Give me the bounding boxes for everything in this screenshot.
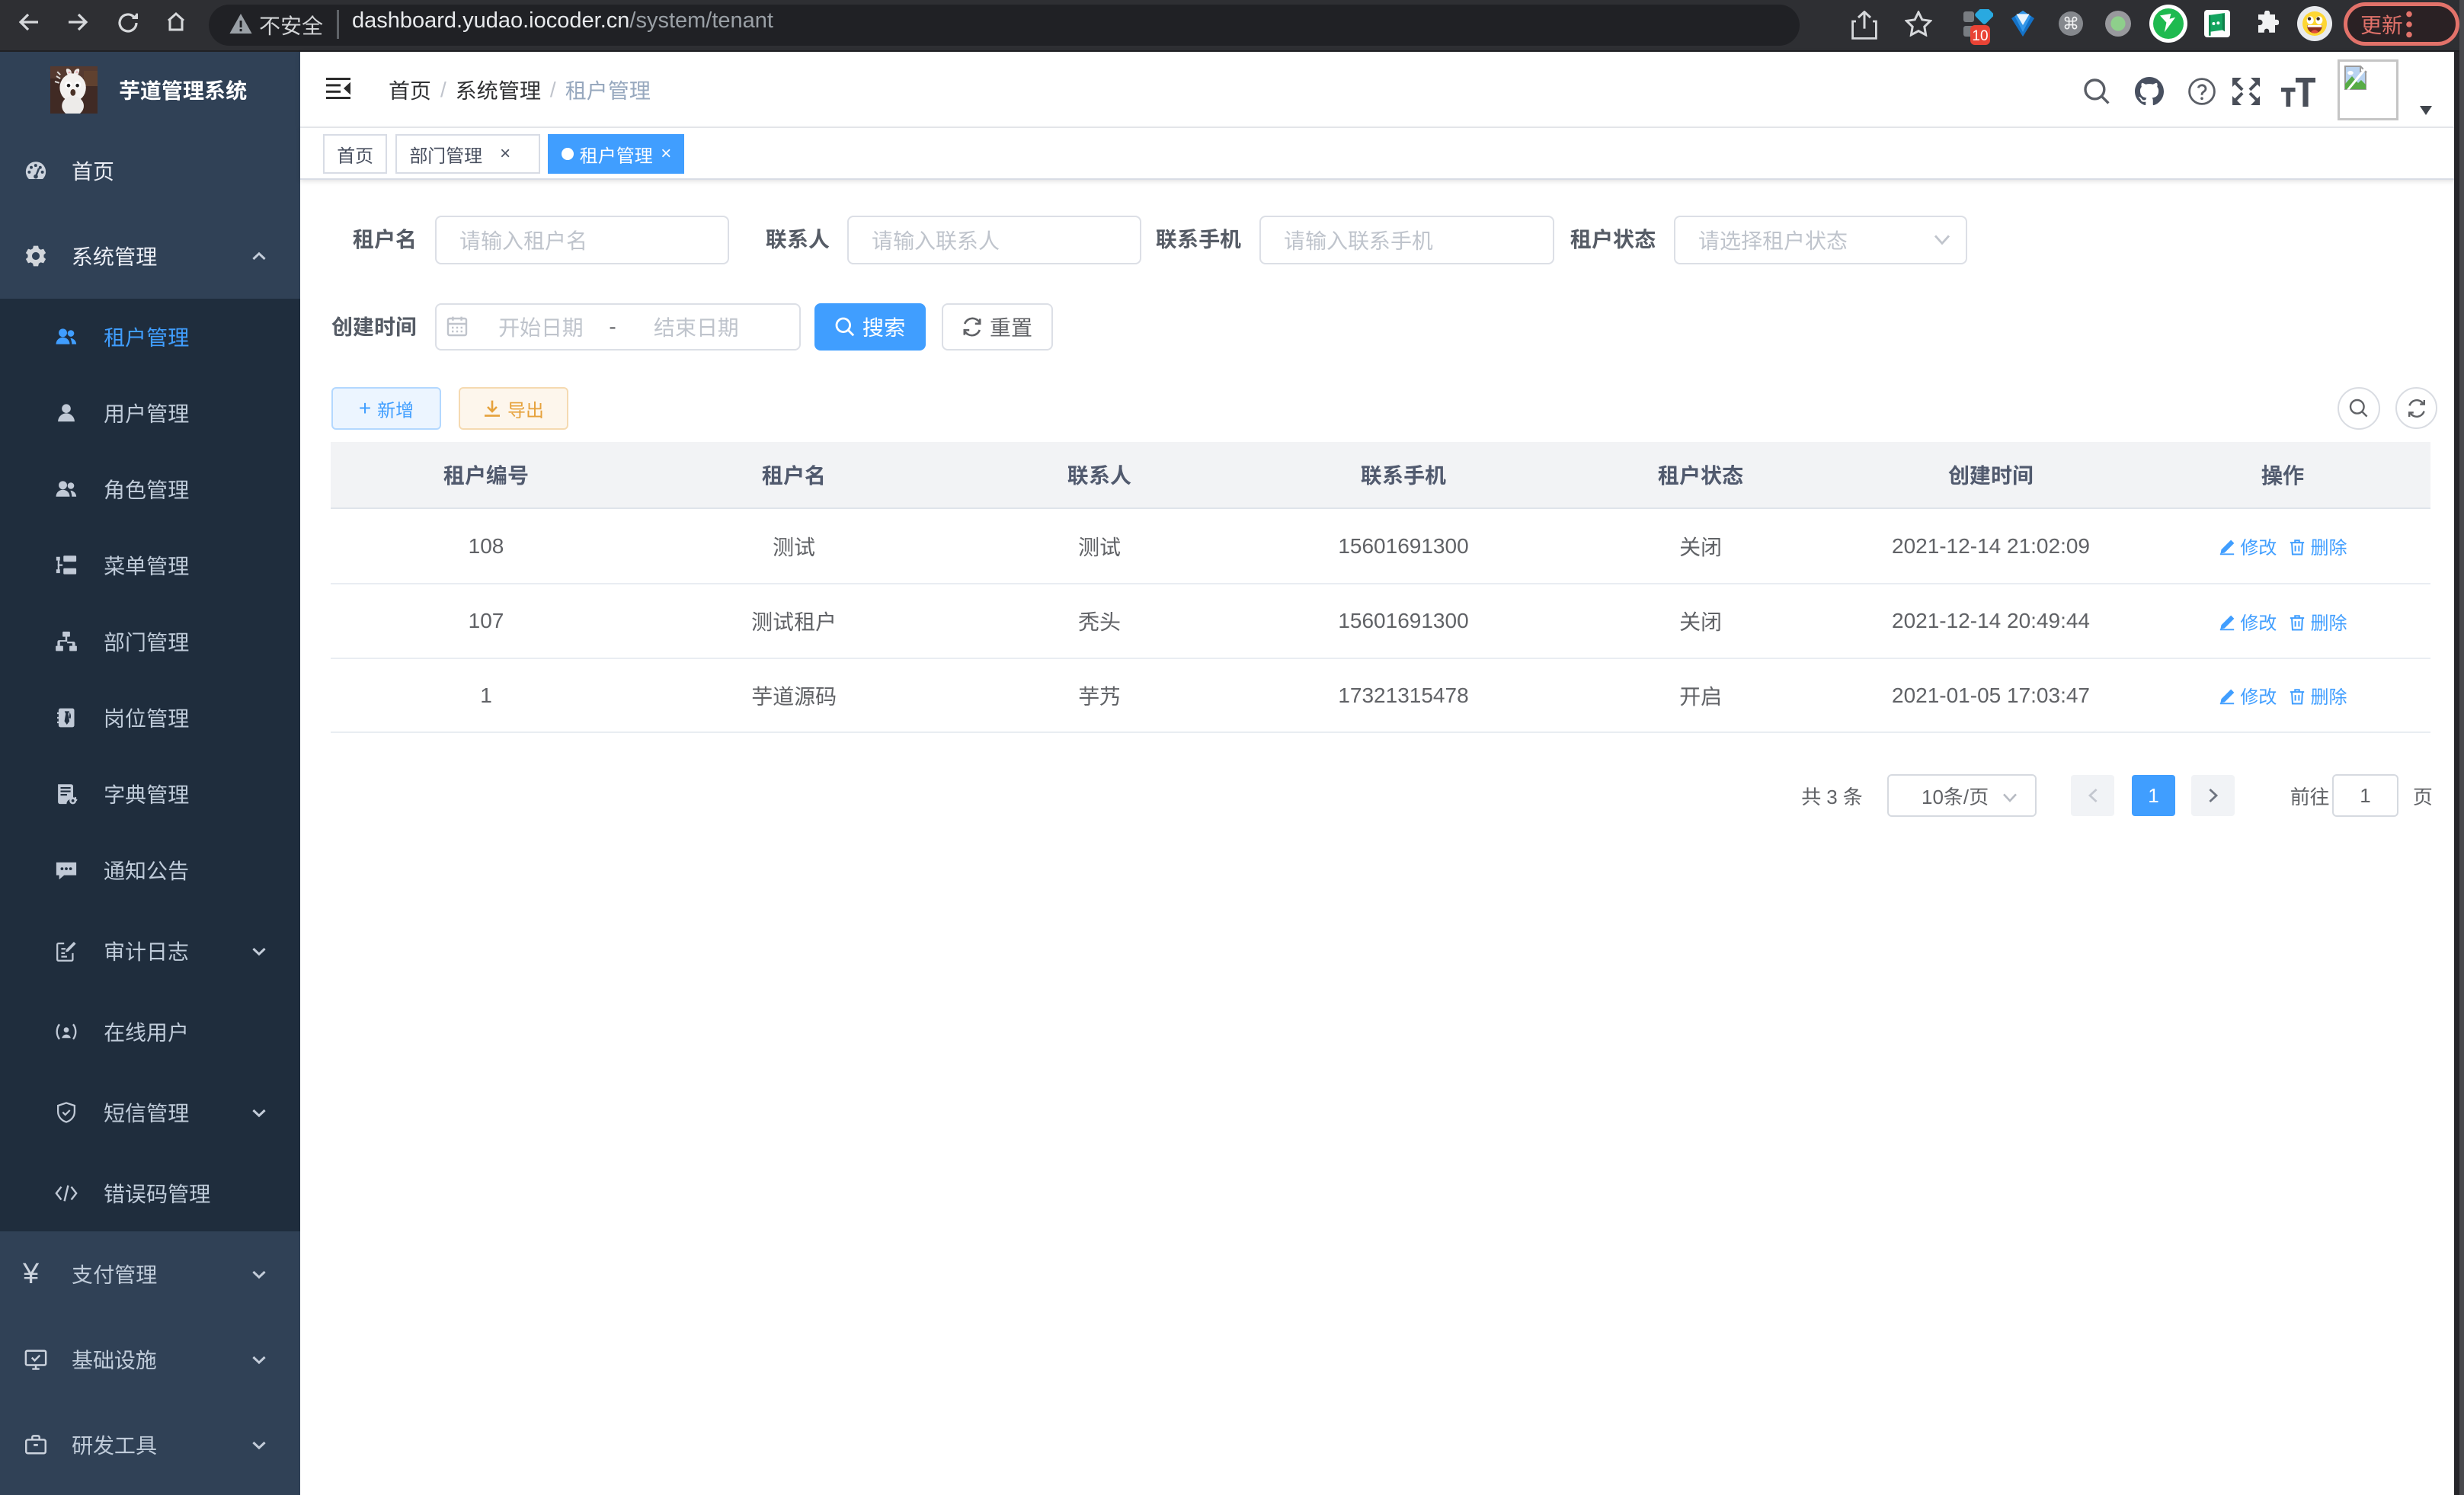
- svg-text:⌘: ⌘: [2062, 14, 2079, 33]
- svg-text:10: 10: [1972, 28, 1988, 44]
